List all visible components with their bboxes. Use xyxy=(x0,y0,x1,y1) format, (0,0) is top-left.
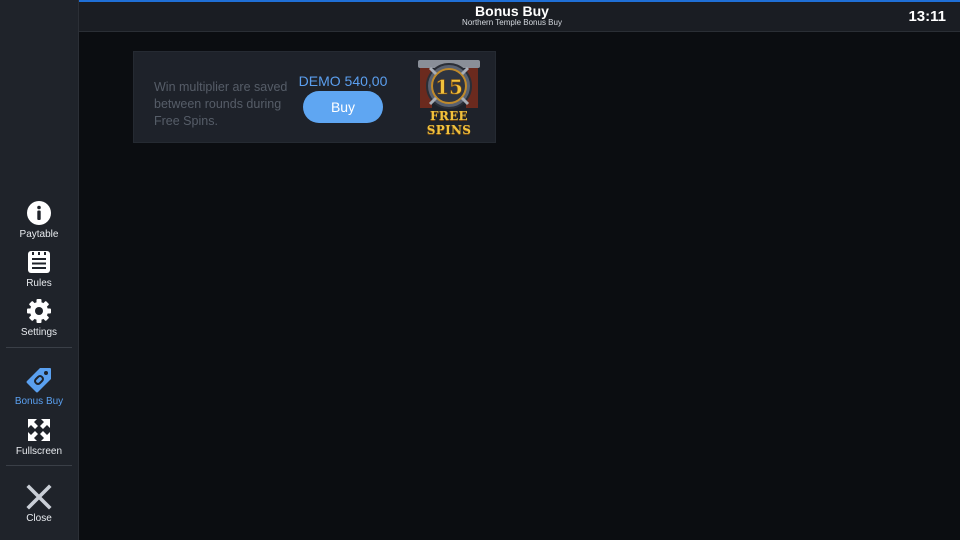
sidebar-item-settings[interactable]: Settings xyxy=(0,297,78,338)
bonus-price: DEMO 540,00 xyxy=(298,73,388,89)
sidebar-item-label: Settings xyxy=(20,327,58,338)
sidebar-item-label: Bonus Buy xyxy=(14,396,64,407)
list-icon xyxy=(28,251,50,273)
sidebar-item-fullscreen[interactable]: Fullscreen xyxy=(0,416,78,457)
info-icon xyxy=(27,201,51,225)
tag-icon xyxy=(26,368,51,393)
sidebar-item-rules[interactable]: Rules xyxy=(0,248,78,289)
badge-number: 15 xyxy=(435,75,463,99)
page-title: Bonus Buy xyxy=(475,3,549,19)
buy-button[interactable]: Buy xyxy=(303,91,383,123)
sidebar-item-bonus-buy[interactable]: Bonus Buy xyxy=(0,366,78,407)
bonus-buy-card: Win multiplier are saved between rounds … xyxy=(133,51,496,143)
gear-icon xyxy=(27,299,51,323)
header-bar: Bonus Buy Northern Temple Bonus Buy 13:1… xyxy=(79,2,960,32)
sidebar: Paytable Rules Settings Bonus Buy Fullsc… xyxy=(0,0,79,540)
bonus-description: Win multiplier are saved between rounds … xyxy=(154,80,288,128)
fullscreen-icon xyxy=(28,419,50,441)
badge-caption: FREE SPINS xyxy=(426,109,472,137)
sidebar-item-close[interactable]: Close xyxy=(0,483,78,524)
clock: 13:11 xyxy=(908,8,946,25)
sidebar-item-label: Close xyxy=(26,513,52,524)
sidebar-item-label: Paytable xyxy=(19,229,59,240)
sidebar-item-label: Rules xyxy=(26,278,52,289)
page-subtitle: Northern Temple Bonus Buy xyxy=(462,18,562,27)
sidebar-divider xyxy=(6,465,72,466)
sidebar-item-label: Fullscreen xyxy=(15,446,63,457)
sidebar-item-paytable[interactable]: Paytable xyxy=(0,199,78,240)
sidebar-divider xyxy=(6,347,72,348)
close-icon xyxy=(26,484,52,510)
